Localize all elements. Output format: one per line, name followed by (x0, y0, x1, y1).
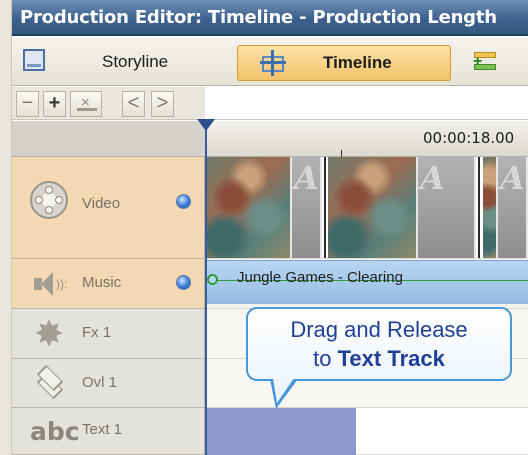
ruler-tick (341, 150, 342, 157)
music-track-lane[interactable]: Jungle Games - Clearing (207, 259, 528, 309)
transition-marker[interactable]: A (290, 157, 322, 258)
next-button[interactable]: > (151, 91, 174, 117)
track-label-video: Video (82, 195, 121, 212)
zoom-in-button[interactable]: + (43, 91, 66, 117)
track-header-music[interactable]: )): Music (12, 259, 205, 309)
fx-star-icon: ✸ (34, 313, 65, 354)
video-clip-thumbnail[interactable] (483, 157, 496, 258)
callout-text-line2: to Text Track (313, 346, 445, 371)
storyline-icon[interactable] (20, 46, 50, 76)
video-visibility-toggle[interactable] (176, 194, 191, 209)
track-header-fx[interactable]: ✸ Fx 1 (12, 309, 205, 359)
tab-timeline[interactable]: Timeline (237, 45, 451, 81)
track-label-fx: Fx 1 (82, 324, 112, 341)
mode-tabs-bar: Storyline Timeline + (12, 38, 528, 86)
text-track-lane[interactable] (207, 408, 528, 455)
track-label-overlay: Ovl 1 (82, 374, 118, 391)
track-header-video[interactable]: Video (12, 157, 205, 259)
callout-emphasis: Text Track (337, 346, 445, 371)
abc-text-icon: abc (30, 417, 80, 446)
left-window-edge (0, 0, 12, 455)
playhead-marker-icon[interactable] (197, 119, 215, 131)
delete-icon: × (77, 94, 97, 113)
transition-marker[interactable]: A (496, 157, 528, 258)
film-reel-icon (30, 181, 68, 219)
video-clip-thumbnail[interactable] (328, 157, 416, 258)
video-track-lane[interactable]: A A A (207, 157, 528, 259)
video-clip-thumbnail[interactable] (207, 157, 290, 258)
track-label-music: Music (82, 274, 122, 291)
delete-track-button[interactable]: × (70, 91, 102, 117)
clip-separator (478, 157, 480, 258)
track-header-overlay[interactable]: Ovl 1 (12, 359, 205, 408)
tab-storyline[interactable]: Storyline (102, 52, 168, 72)
playhead-line[interactable] (205, 121, 207, 455)
clip-separator (324, 157, 326, 258)
music-enable-toggle[interactable] (176, 275, 191, 290)
timeline-icon (258, 50, 288, 76)
track-label-text: Text 1 (82, 421, 123, 438)
music-clip[interactable]: Jungle Games - Clearing (207, 260, 528, 304)
window-title: Production Editor: Timeline - Production… (20, 7, 497, 28)
ruler-header-spacer (12, 121, 205, 157)
production-editor-window: Production Editor: Timeline - Production… (0, 0, 528, 455)
tab-timeline-label: Timeline (323, 53, 392, 72)
music-clip-title: Jungle Games - Clearing (237, 269, 403, 286)
timeline-toolbar: − + × < > (12, 87, 205, 120)
text-drop-highlight[interactable] (207, 408, 356, 455)
drag-hint-callout: Drag and Release to Text Track (246, 307, 512, 381)
previous-button[interactable]: < (122, 91, 145, 117)
transition-marker[interactable]: A (416, 157, 476, 258)
callout-text-line1: Drag and Release (290, 317, 468, 342)
ruler-time-label: 00:00:18.00 (423, 129, 515, 147)
overlay-layers-icon (30, 364, 70, 400)
add-track-icon[interactable]: + (472, 50, 498, 74)
speaker-icon: )): (34, 272, 68, 296)
title-bar: Production Editor: Timeline - Production… (12, 0, 528, 36)
track-header-text[interactable]: abc Text 1 (12, 408, 205, 455)
volume-start-handle[interactable] (207, 274, 218, 285)
time-ruler[interactable]: 00:00:18.00 (205, 121, 528, 157)
toolbar-empty-area (205, 87, 528, 120)
callout-pointer-fill (273, 378, 294, 403)
zoom-out-button[interactable]: − (16, 91, 39, 117)
